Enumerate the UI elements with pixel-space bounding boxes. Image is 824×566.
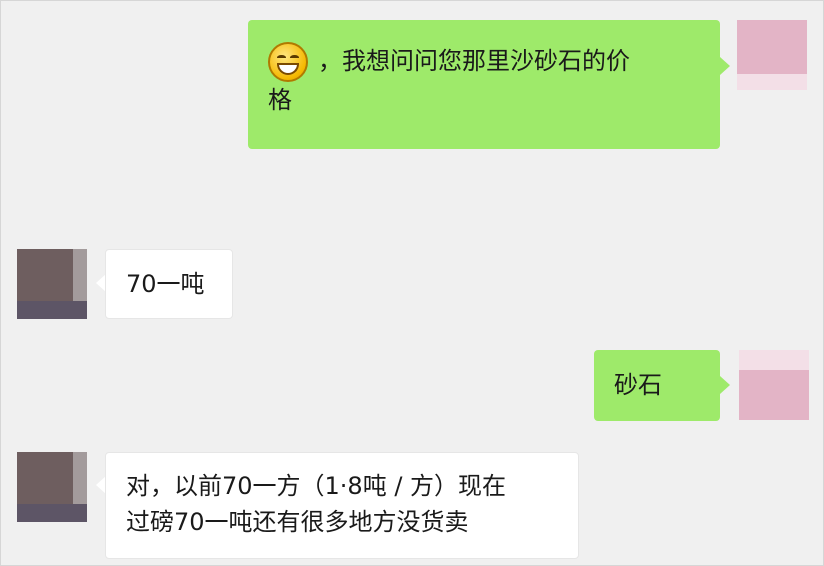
chat-window: ，我想问问您那里沙砂石的价 格 70一吨 砂石 对，以前70一方（1·8吨 / … (0, 0, 824, 566)
message-bubble-incoming[interactable]: 70一吨 (105, 249, 233, 319)
message-bubble-outgoing[interactable]: ，我想问问您那里沙砂石的价 格 (248, 20, 720, 149)
bubble-tail (720, 376, 730, 394)
message-text: 砂石 (614, 371, 662, 399)
message-text: 对，以前70一方（1·8吨 / 方）现在 (126, 472, 507, 500)
avatar-self[interactable] (739, 350, 809, 420)
avatar-self[interactable] (737, 20, 807, 90)
message-bubble-outgoing[interactable]: 砂石 (594, 350, 720, 421)
message-bubble-incoming[interactable]: 对，以前70一方（1·8吨 / 方）现在 过磅70一吨还有很多地方没货卖 (105, 452, 579, 559)
message-text: 70一吨 (126, 270, 205, 298)
message-text: ，我想问问您那里沙砂石的价 (318, 47, 630, 75)
message-text-cont: 过磅70一吨还有很多地方没货卖 (126, 508, 469, 536)
bubble-tail (720, 57, 730, 75)
avatar-contact[interactable] (17, 452, 87, 522)
grinning-face-emoji-icon (268, 42, 308, 82)
avatar-contact[interactable] (17, 249, 87, 319)
message-text-cont: 格 (268, 86, 292, 114)
message-line: ，我想问问您那里沙砂石的价 (268, 42, 700, 82)
